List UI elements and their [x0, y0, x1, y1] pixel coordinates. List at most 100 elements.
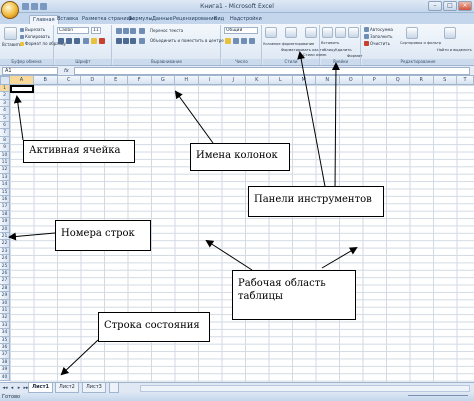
row-header[interactable]: 37 — [0, 351, 10, 359]
tab-data[interactable]: Данные — [152, 15, 173, 24]
row-header[interactable]: 16 — [0, 196, 10, 204]
fill-icon[interactable] — [364, 34, 369, 39]
clear-label[interactable]: Очистить — [370, 41, 390, 46]
row-header[interactable]: 35 — [0, 336, 10, 344]
eraser-icon[interactable] — [364, 41, 369, 46]
formula-input[interactable] — [74, 67, 470, 75]
cut-label[interactable]: Вырезать — [25, 27, 45, 32]
italic-icon[interactable] — [66, 38, 72, 44]
decimal-icon[interactable] — [249, 38, 255, 44]
column-header[interactable]: F — [128, 76, 152, 85]
autosum-label[interactable]: Автосумма — [370, 27, 393, 32]
office-button[interactable] — [1, 1, 19, 19]
sheet-tab-1[interactable]: Лист1 — [28, 383, 53, 393]
format-cells-label[interactable]: Формат — [347, 53, 362, 58]
sheet-tab-3[interactable]: Лист3 — [82, 383, 106, 393]
align-bottom-icon[interactable] — [130, 28, 136, 34]
binoculars-icon[interactable] — [444, 27, 456, 39]
bold-icon[interactable] — [58, 38, 64, 44]
row-header[interactable]: 10 — [0, 151, 10, 159]
align-center-icon[interactable] — [123, 38, 129, 44]
prev-sheet-button[interactable]: ◂ — [9, 385, 15, 392]
column-header[interactable]: M — [292, 76, 316, 85]
row-header[interactable]: 24 — [0, 255, 10, 263]
insert-cells-icon[interactable] — [322, 27, 333, 38]
row-header[interactable]: 13 — [0, 173, 10, 182]
align-middle-icon[interactable] — [123, 28, 129, 34]
brush-icon[interactable] — [20, 42, 24, 46]
borders-icon[interactable] — [83, 38, 89, 44]
orientation-icon[interactable] — [139, 28, 145, 34]
column-header[interactable]: K — [245, 76, 269, 85]
insert-cells-label[interactable]: Вставить — [321, 40, 339, 45]
copy-label[interactable]: Копировать — [25, 34, 50, 39]
column-header[interactable]: P — [363, 76, 387, 85]
column-header[interactable]: Q — [386, 76, 410, 85]
tab-insert[interactable]: Вставка — [57, 15, 78, 24]
row-header[interactable]: 36 — [0, 344, 10, 352]
conditional-format-label[interactable]: Условное форматирование — [263, 42, 314, 47]
underline-icon[interactable] — [74, 38, 80, 44]
new-sheet-icon[interactable] — [109, 383, 119, 393]
align-top-icon[interactable] — [116, 28, 122, 34]
delete-cells-label[interactable]: Удалить — [335, 47, 352, 52]
column-header[interactable]: T — [457, 76, 474, 85]
align-right-icon[interactable] — [130, 38, 136, 44]
maximize-button[interactable]: □ — [443, 1, 457, 11]
cell-styles-icon[interactable] — [305, 27, 317, 38]
column-header[interactable]: S — [433, 76, 457, 85]
fill-label[interactable]: Заполнить — [370, 34, 393, 39]
tab-view[interactable]: Вид — [214, 15, 224, 24]
row-header[interactable]: 18 — [0, 210, 10, 219]
font-size-select[interactable]: 11 — [91, 27, 101, 34]
sort-filter-icon[interactable] — [406, 27, 418, 39]
row-header[interactable]: 15 — [0, 188, 10, 196]
row-header[interactable]: 33 — [0, 321, 10, 330]
first-sheet-button[interactable]: ◂◂ — [2, 385, 8, 392]
find-select-label[interactable]: Найти и выделить — [437, 48, 472, 53]
row-header[interactable]: 40 — [0, 373, 10, 381]
row-header[interactable]: 7 — [0, 129, 10, 137]
row-header[interactable]: 27 — [0, 277, 10, 285]
thousands-icon[interactable] — [241, 38, 247, 44]
column-header[interactable]: C — [57, 76, 81, 85]
font-color-icon[interactable] — [99, 38, 105, 44]
sheet-tab-2[interactable]: Лист2 — [55, 383, 79, 393]
column-header[interactable]: D — [81, 76, 105, 85]
format-cells-icon[interactable] — [348, 27, 359, 38]
row-header[interactable]: 5 — [0, 114, 10, 122]
row-header[interactable]: 9 — [0, 144, 10, 152]
row-header[interactable]: 3 — [0, 99, 10, 108]
row-header[interactable]: 14 — [0, 181, 10, 189]
horizontal-scrollbar[interactable] — [140, 385, 470, 392]
column-header[interactable]: E — [104, 76, 128, 85]
zoom-slider[interactable] — [408, 395, 468, 399]
row-header[interactable]: 39 — [0, 366, 10, 374]
font-name-select[interactable]: Calibri — [57, 27, 89, 34]
column-header[interactable]: G — [151, 76, 175, 85]
row-header[interactable]: 28 — [0, 284, 10, 293]
fill-color-icon[interactable] — [91, 38, 97, 44]
row-header[interactable]: 8 — [0, 136, 10, 145]
tab-review[interactable]: Рецензирование — [173, 15, 217, 24]
row-header[interactable]: 29 — [0, 292, 10, 300]
delete-cells-icon[interactable] — [335, 27, 346, 38]
active-cell[interactable] — [10, 85, 34, 93]
row-header[interactable]: 4 — [0, 107, 10, 115]
row-header[interactable]: 23 — [0, 247, 10, 256]
number-format-select[interactable]: Общий — [224, 27, 258, 34]
fx-icon[interactable]: fx — [64, 67, 69, 75]
close-button[interactable]: × — [458, 1, 472, 11]
row-header[interactable]: 31 — [0, 307, 10, 315]
column-header[interactable]: L — [269, 76, 293, 85]
row-header[interactable]: 1 — [0, 85, 10, 93]
row-header[interactable]: 34 — [0, 329, 10, 337]
conditional-format-icon[interactable] — [265, 27, 277, 38]
row-header[interactable]: 12 — [0, 166, 10, 174]
column-header[interactable]: H — [175, 76, 199, 85]
name-box[interactable]: A1 — [2, 67, 58, 75]
column-header[interactable]: I — [198, 76, 222, 85]
wrap-text-button[interactable]: Перенос текста — [150, 28, 183, 33]
next-sheet-button[interactable]: ▸ — [16, 385, 22, 392]
minimize-button[interactable]: – — [428, 1, 442, 11]
